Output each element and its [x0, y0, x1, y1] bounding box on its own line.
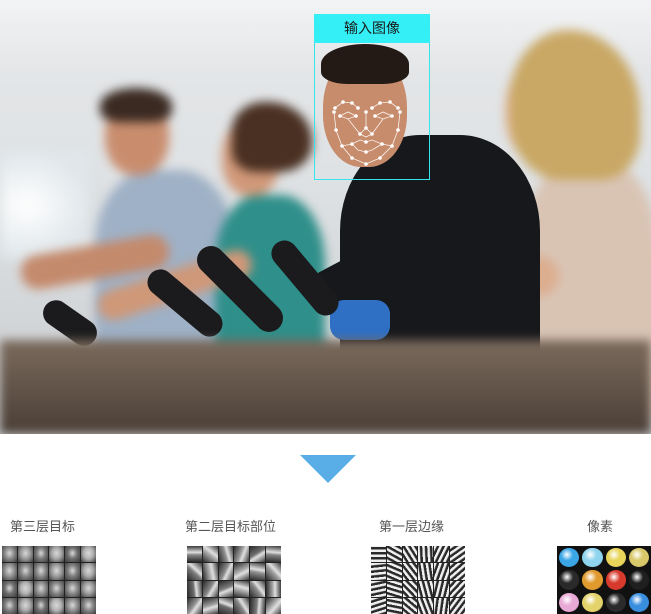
- thumb-cell: [33, 597, 49, 614]
- pixel-color-grid-icon: [557, 546, 651, 614]
- thumb-cell: [371, 563, 386, 580]
- thumb-cell: [17, 597, 33, 614]
- thumb-cell: [371, 546, 386, 563]
- thumb-cell: [218, 597, 234, 614]
- layer-title: 第一层边缘: [379, 519, 445, 534]
- thumb-cell: [202, 563, 218, 580]
- thumb-cell: [582, 570, 603, 590]
- thumb-cell: [2, 597, 17, 614]
- thumb-cell: [266, 563, 281, 580]
- thumb-cell: [386, 580, 402, 597]
- thumb-cell: [81, 546, 96, 563]
- thumb-cell: [218, 580, 234, 597]
- thumb-cell: [450, 597, 465, 614]
- thumb-cell: [434, 580, 450, 597]
- thumb-cell: [202, 597, 218, 614]
- thumb-cell: [628, 592, 649, 612]
- thumb-cell: [49, 546, 65, 563]
- thumb-cell: [605, 570, 626, 590]
- thumb-cell: [418, 597, 434, 614]
- layer-pixels: 像素: [557, 518, 651, 614]
- face-detection-box: 输入图像: [314, 14, 430, 180]
- input-image-label: 输入图像: [314, 14, 430, 43]
- thumb-cell: [33, 546, 49, 563]
- thumb-cell: [250, 563, 266, 580]
- thumb-cell: [17, 546, 33, 563]
- thumb-cell: [187, 597, 202, 614]
- layer-3-objects: 第三层目标: [2, 518, 96, 614]
- thumb-cell: [450, 580, 465, 597]
- thumb-cell: [234, 580, 250, 597]
- thumb-cell: [371, 580, 386, 597]
- thumb-cell: [218, 563, 234, 580]
- face-features-grid-icon: [2, 546, 96, 614]
- thumb-cell: [250, 580, 266, 597]
- thumb-cell: [81, 580, 96, 597]
- thumb-cell: [386, 563, 402, 580]
- thumb-cell: [234, 546, 250, 563]
- thumb-cell: [450, 563, 465, 580]
- thumb-cell: [2, 546, 17, 563]
- thumb-cell: [450, 546, 465, 563]
- thumb-cell: [49, 580, 65, 597]
- thumb-cell: [81, 597, 96, 614]
- thumb-cell: [65, 580, 81, 597]
- thumb-cell: [187, 546, 202, 563]
- layer-title: 第二层目标部位: [185, 519, 277, 534]
- thumb-cell: [81, 563, 96, 580]
- thumb-cell: [605, 548, 626, 568]
- thumb-cell: [202, 580, 218, 597]
- thumb-cell: [402, 580, 418, 597]
- thumb-cell: [234, 597, 250, 614]
- thumb-cell: [559, 570, 580, 590]
- thumb-cell: [559, 592, 580, 612]
- down-arrow-icon: [300, 455, 356, 483]
- thumb-cell: [49, 563, 65, 580]
- thumb-cell: [202, 546, 218, 563]
- thumb-cell: [418, 580, 434, 597]
- layer-2-object-parts: 第二层目标部位: [185, 518, 281, 614]
- thumb-cell: [266, 580, 281, 597]
- thumb-cell: [17, 563, 33, 580]
- thumb-cell: [33, 580, 49, 597]
- thumb-cell: [559, 548, 580, 568]
- thumb-cell: [266, 546, 281, 563]
- thumb-cell: [17, 580, 33, 597]
- thumb-cell: [418, 563, 434, 580]
- thumb-cell: [402, 563, 418, 580]
- layer-title: 第三层目标: [10, 519, 76, 534]
- thumb-cell: [2, 580, 17, 597]
- thumb-cell: [402, 546, 418, 563]
- thumb-cell: [605, 592, 626, 612]
- thumb-cell: [65, 597, 81, 614]
- thumb-cell: [33, 563, 49, 580]
- thumb-cell: [65, 546, 81, 563]
- thumb-cell: [434, 546, 450, 563]
- edge-filters-grid-icon: [371, 546, 465, 614]
- thumb-cell: [250, 546, 266, 563]
- thumb-cell: [187, 580, 202, 597]
- thumb-cell: [386, 546, 402, 563]
- thumb-cell: [434, 563, 450, 580]
- thumb-cell: [582, 592, 603, 612]
- thumb-cell: [266, 597, 281, 614]
- thumb-cell: [49, 597, 65, 614]
- thumb-cell: [371, 597, 386, 614]
- thumb-cell: [402, 597, 418, 614]
- thumb-cell: [2, 563, 17, 580]
- thumb-cell: [234, 563, 250, 580]
- thumb-cell: [65, 563, 81, 580]
- thumb-cell: [434, 597, 450, 614]
- thumb-cell: [386, 597, 402, 614]
- thumb-cell: [418, 546, 434, 563]
- thumb-cell: [582, 548, 603, 568]
- layer-title: 像素: [587, 519, 614, 534]
- thumb-cell: [218, 546, 234, 563]
- layer-1-edges: 第一层边缘: [371, 518, 465, 614]
- thumb-cell: [187, 563, 202, 580]
- thumb-cell: [628, 570, 649, 590]
- face-parts-grid-icon: [187, 546, 281, 614]
- thumb-cell: [250, 597, 266, 614]
- thumb-cell: [628, 548, 649, 568]
